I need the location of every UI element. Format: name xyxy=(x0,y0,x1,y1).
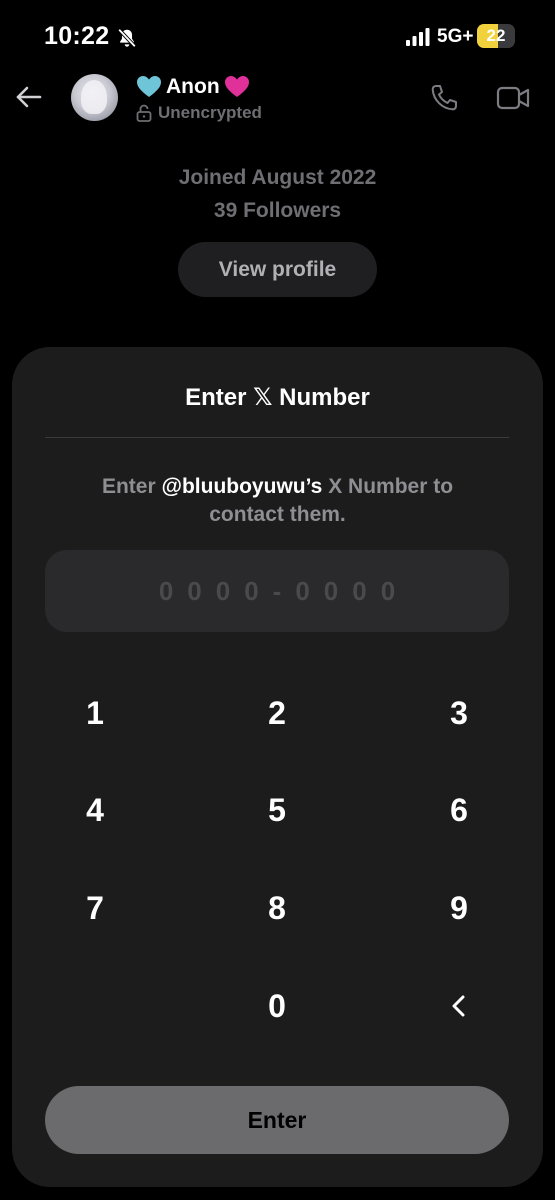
keypad-key-4[interactable]: 4 xyxy=(45,775,145,845)
x-number-input[interactable]: 0000-0000 xyxy=(45,550,509,632)
signal-icon xyxy=(406,28,430,46)
avatar[interactable] xyxy=(71,74,118,121)
status-bar: 10:22 5G+ 22 xyxy=(0,0,555,70)
divider xyxy=(45,437,509,438)
contact-name-row[interactable]: Anon xyxy=(136,72,250,102)
instruction-handle: @bluuboyuwu’s xyxy=(161,475,323,498)
battery-level: 22 xyxy=(486,26,506,45)
teal-heart-icon xyxy=(137,76,161,97)
x-logo-icon: 𝕏 xyxy=(253,384,273,411)
phone-call-icon[interactable] xyxy=(428,82,460,114)
sheet-title-suffix: Number xyxy=(279,384,370,411)
keypad-key-6[interactable]: 6 xyxy=(409,775,509,845)
status-time: 10:22 xyxy=(44,22,110,50)
back-arrow-icon[interactable] xyxy=(14,82,44,112)
sheet-title-prefix: Enter xyxy=(185,384,247,411)
instruction-text: Enter @bluuboyuwu’s X Number to contact … xyxy=(72,473,483,529)
contact-name: Anon xyxy=(166,75,220,98)
joined-date: Joined August 2022 xyxy=(178,166,377,189)
followers-count: 39 Followers xyxy=(213,199,342,222)
keypad-key-8[interactable]: 8 xyxy=(227,873,327,943)
sheet-title: Enter 𝕏 Number xyxy=(12,383,543,412)
network-type: 5G+ xyxy=(437,26,474,47)
enter-number-sheet: Enter 𝕏 Number Enter @bluuboyuwu’s X Num… xyxy=(12,347,543,1187)
chevron-left-icon xyxy=(452,995,465,1017)
keypad-key-2[interactable]: 2 xyxy=(227,678,327,748)
keypad-key-1[interactable]: 1 xyxy=(45,678,145,748)
keypad-key-3[interactable]: 3 xyxy=(409,678,509,748)
encryption-label: Unencrypted xyxy=(158,103,262,122)
battery-icon: 22 xyxy=(477,24,515,48)
bell-slash-icon xyxy=(117,28,137,48)
backspace-button[interactable] xyxy=(409,971,509,1041)
keypad-key-9[interactable]: 9 xyxy=(409,873,509,943)
unlock-icon xyxy=(136,104,152,122)
keypad-key-5[interactable]: 5 xyxy=(227,775,327,845)
pink-heart-icon xyxy=(224,76,249,97)
instruction-before: Enter xyxy=(101,475,156,498)
video-call-icon[interactable] xyxy=(496,84,530,112)
x-number-placeholder: 0000-0000 xyxy=(158,575,410,606)
keypad-key-7[interactable]: 7 xyxy=(45,873,145,943)
keypad-key-0[interactable]: 0 xyxy=(227,971,327,1041)
encryption-status: Unencrypted xyxy=(136,103,262,123)
view-profile-button[interactable]: View profile xyxy=(178,242,377,297)
enter-button[interactable]: Enter xyxy=(45,1086,509,1154)
